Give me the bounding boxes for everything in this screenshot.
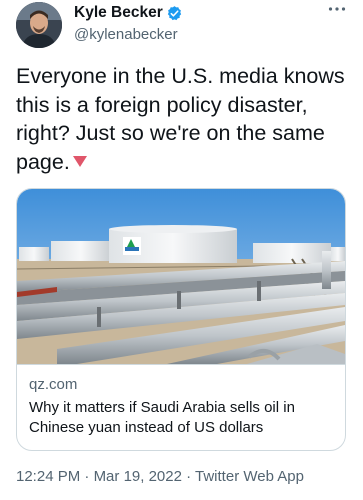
author-handle[interactable]: @kylenabecker [74, 26, 183, 44]
card-title[interactable]: Why it matters if Saudi Arabia sells oil… [29, 398, 334, 438]
tweet-metadata: 12:24 PM · Mar 19, 2022 · Twitter Web Ap… [16, 468, 304, 485]
tweet-time[interactable]: 12:24 PM [16, 468, 80, 485]
tweet-text: Everyone in the U.S. media knows this is… [16, 62, 346, 176]
verified-badge-icon [167, 5, 181, 20]
oil-storage-tanks-and-pipelines-photo [17, 189, 345, 364]
meta-separator: · [80, 468, 94, 485]
card-domain: qz.com [29, 376, 78, 393]
card-body: qz.com Why it matters if Saudi Arabia se… [17, 364, 345, 450]
link-card[interactable]: qz.com Why it matters if Saudi Arabia se… [16, 188, 346, 451]
author-names: Kyle Becker @kylenabecker [74, 4, 183, 44]
more-options-icon[interactable] [327, 2, 347, 22]
tweet-body: Everyone in the U.S. media knows this is… [16, 64, 345, 174]
tweet-header: Kyle Becker @kylenabecker [0, 0, 363, 56]
person-avatar-icon [16, 2, 62, 48]
red-triangle-down-icon [72, 155, 87, 167]
avatar[interactable] [16, 2, 62, 48]
author-name-row[interactable]: Kyle Becker [74, 4, 183, 22]
meta-separator: · [181, 468, 196, 485]
tweet-date[interactable]: Mar 19, 2022 [94, 468, 182, 485]
author-display-name[interactable]: Kyle Becker [74, 4, 163, 22]
tweet-source[interactable]: Twitter Web App [195, 468, 304, 485]
